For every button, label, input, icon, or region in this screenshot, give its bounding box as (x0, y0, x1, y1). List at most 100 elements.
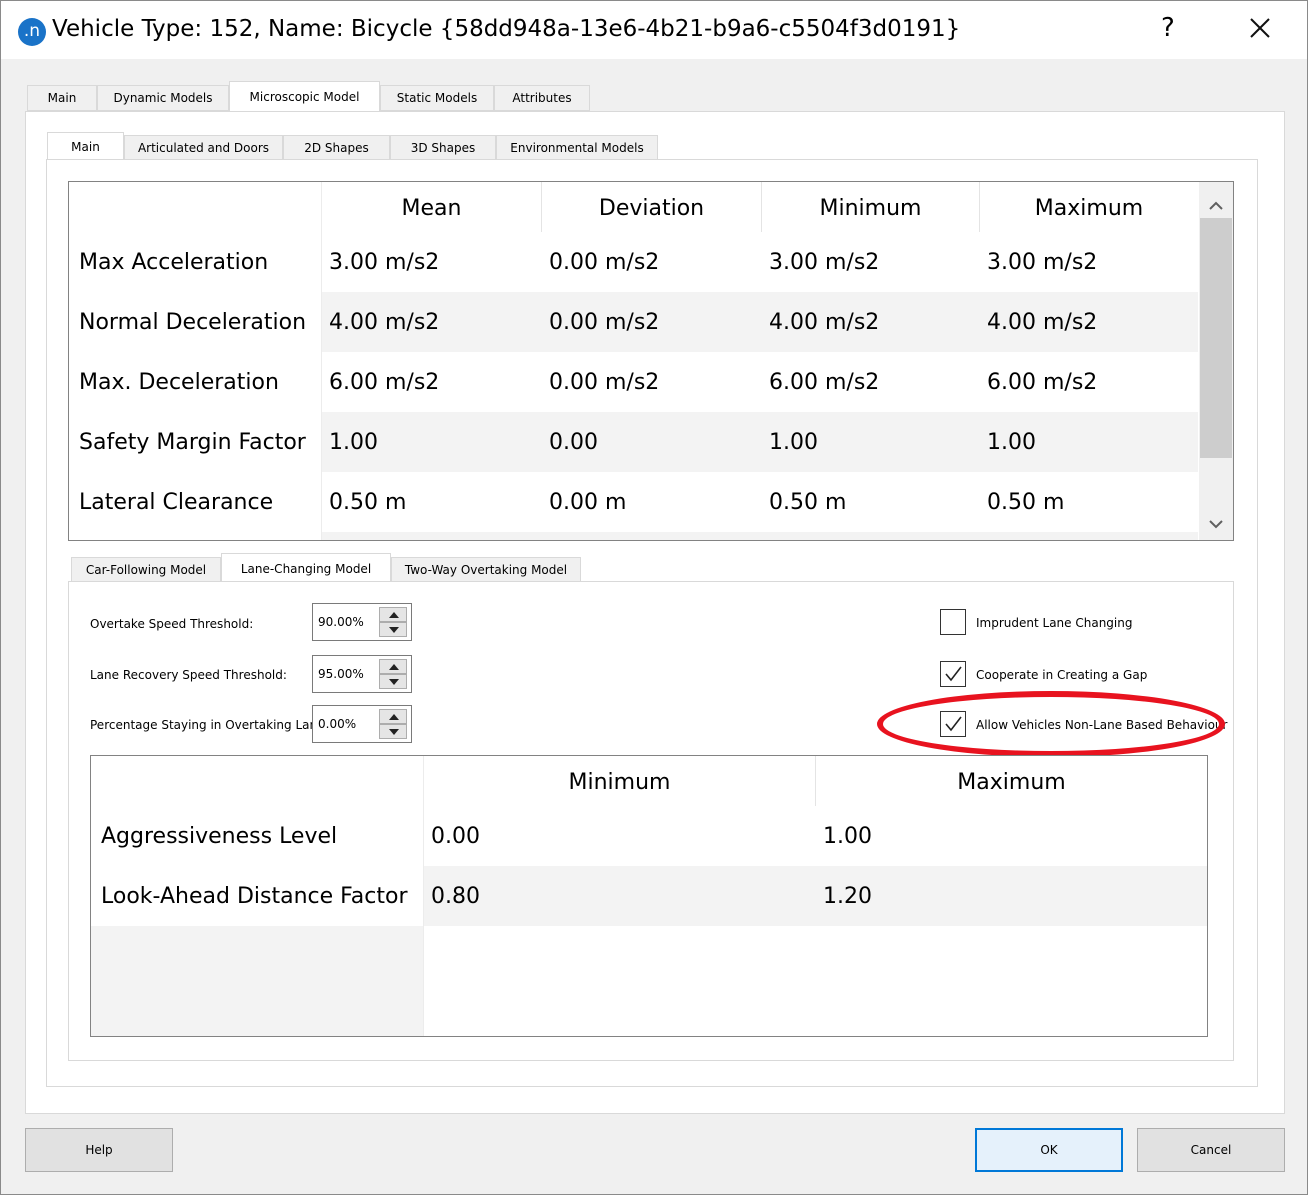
column-header-mean[interactable]: Mean (322, 196, 541, 221)
cell-max-deceleration-maximum[interactable]: 6.00 m/s2 (987, 370, 1097, 395)
spinner-value[interactable]: 0.00% (318, 717, 356, 731)
column-header-minimum[interactable]: Minimum (762, 196, 979, 221)
cell-normal-deceleration-deviation[interactable]: 0.00 m/s2 (549, 310, 659, 335)
cell-lateral-clearance-minimum[interactable]: 0.50 m (769, 490, 846, 515)
row-header-separator (321, 182, 322, 540)
app-icon: .n (18, 18, 46, 46)
column-header-maximum[interactable]: Maximum (980, 196, 1198, 221)
params-grid-scrollbar[interactable] (1199, 182, 1233, 540)
cooperate-creating-gap-checkbox[interactable] (940, 661, 966, 687)
row-label-normal-deceleration: Normal Deceleration (79, 310, 307, 335)
scrollbar-thumb[interactable] (1200, 218, 1232, 458)
percentage-staying-overtaking-lane-label: Percentage Staying in Overtaking Lane: (90, 718, 329, 732)
close-icon[interactable] (1245, 13, 1275, 43)
range-grid: Minimum Maximum Aggressiveness Level 0.0… (90, 755, 1208, 1037)
cell-lateral-clearance-mean[interactable]: 0.50 m (329, 490, 406, 515)
lane-recovery-speed-threshold-spinner[interactable]: 95.00% (312, 655, 412, 693)
percentage-staying-overtaking-lane-spinner[interactable]: 0.00% (312, 705, 412, 743)
checkmark-icon (945, 716, 962, 732)
spin-down-button[interactable] (379, 724, 407, 739)
column-header-minimum[interactable]: Minimum (424, 770, 815, 795)
arrow-down-icon (389, 679, 399, 685)
spin-up-button[interactable] (379, 659, 407, 674)
arrow-up-icon (389, 612, 399, 618)
arrow-up-icon (389, 714, 399, 720)
arrow-up-icon (389, 664, 399, 670)
row-label-look-ahead-distance-factor: Look-Ahead Distance Factor (101, 884, 408, 909)
scroll-up-icon[interactable] (1209, 198, 1223, 216)
cell-max-deceleration-mean[interactable]: 6.00 m/s2 (329, 370, 439, 395)
cell-aggressiveness-maximum[interactable]: 1.00 (823, 824, 872, 849)
help-button[interactable]: Help (25, 1128, 173, 1172)
column-header-maximum[interactable]: Maximum (816, 770, 1207, 795)
scroll-down-icon[interactable] (1209, 516, 1223, 534)
subtab-3d-shapes[interactable]: 3D Shapes (390, 135, 496, 161)
arrow-down-icon (389, 729, 399, 735)
cell-safety-margin-factor-maximum[interactable]: 1.00 (987, 430, 1036, 455)
cell-safety-margin-factor-deviation[interactable]: 0.00 (549, 430, 598, 455)
spin-up-button[interactable] (379, 709, 407, 724)
row-header-fill (91, 926, 424, 1036)
ok-button[interactable]: OK (975, 1128, 1123, 1172)
vehicle-type-dialog: .n Vehicle Type: 152, Name: Bicycle {58d… (0, 0, 1308, 1195)
column-header-deviation[interactable]: Deviation (542, 196, 761, 221)
tab-attributes[interactable]: Attributes (494, 85, 590, 111)
tab-lane-changing-model[interactable]: Lane-Changing Model (221, 553, 391, 583)
arrow-down-icon (389, 627, 399, 633)
cell-normal-deceleration-maximum[interactable]: 4.00 m/s2 (987, 310, 1097, 335)
cancel-button[interactable]: Cancel (1137, 1128, 1285, 1172)
row-stripe (424, 866, 1207, 926)
overtake-speed-threshold-label: Overtake Speed Threshold: (90, 617, 254, 631)
tab-static-models[interactable]: Static Models (380, 85, 494, 111)
subtab-articulated-doors[interactable]: Articulated and Doors (124, 135, 283, 161)
cell-lateral-clearance-maximum[interactable]: 0.50 m (987, 490, 1064, 515)
row-label-max-deceleration: Max. Deceleration (79, 370, 279, 395)
cell-look-ahead-minimum[interactable]: 0.80 (431, 884, 480, 909)
params-grid: Mean Deviation Minimum Maximum Max Accel… (68, 181, 1234, 541)
tab-two-way-overtaking-model[interactable]: Two-Way Overtaking Model (391, 557, 581, 583)
imprudent-lane-changing-checkbox[interactable] (940, 609, 966, 635)
spinner-value[interactable]: 90.00% (318, 615, 364, 629)
row-label-lateral-clearance: Lateral Clearance (79, 490, 274, 515)
cell-max-deceleration-minimum[interactable]: 6.00 m/s2 (769, 370, 879, 395)
cell-aggressiveness-minimum[interactable]: 0.00 (431, 824, 480, 849)
title-bar: .n Vehicle Type: 152, Name: Bicycle {58d… (1, 1, 1307, 59)
window-title: Vehicle Type: 152, Name: Bicycle {58dd94… (52, 16, 961, 42)
cell-max-acceleration-maximum[interactable]: 3.00 m/s2 (987, 250, 1097, 275)
spin-down-button[interactable] (379, 622, 407, 637)
imprudent-lane-changing-label[interactable]: Imprudent Lane Changing (976, 616, 1132, 630)
cell-max-acceleration-mean[interactable]: 3.00 m/s2 (329, 250, 439, 275)
cell-safety-margin-factor-minimum[interactable]: 1.00 (769, 430, 818, 455)
cell-look-ahead-maximum[interactable]: 1.20 (823, 884, 872, 909)
subtab-main[interactable]: Main (47, 132, 124, 161)
allow-non-lane-based-behaviour-label[interactable]: Allow Vehicles Non-Lane Based Behaviour (976, 718, 1227, 732)
spinner-value[interactable]: 95.00% (318, 667, 364, 681)
tab-main[interactable]: Main (27, 85, 97, 111)
cell-max-deceleration-deviation[interactable]: 0.00 m/s2 (549, 370, 659, 395)
cell-lateral-clearance-deviation[interactable]: 0.00 m (549, 490, 626, 515)
overtake-speed-threshold-spinner[interactable]: 90.00% (312, 603, 412, 641)
help-icon[interactable]: ? (1161, 13, 1175, 43)
cell-max-acceleration-deviation[interactable]: 0.00 m/s2 (549, 250, 659, 275)
row-header-separator (423, 756, 424, 1036)
row-label-aggressiveness-level: Aggressiveness Level (101, 824, 338, 849)
cell-normal-deceleration-mean[interactable]: 4.00 m/s2 (329, 310, 439, 335)
row-stripe (322, 532, 1198, 540)
cell-max-acceleration-minimum[interactable]: 3.00 m/s2 (769, 250, 879, 275)
row-stripe (322, 412, 1198, 472)
row-label-safety-margin-factor: Safety Margin Factor (79, 430, 306, 455)
row-label-max-acceleration: Max Acceleration (79, 250, 269, 275)
subtab-environmental-models[interactable]: Environmental Models (496, 135, 658, 161)
tab-dynamic-models[interactable]: Dynamic Models (97, 85, 229, 111)
spin-up-button[interactable] (379, 607, 407, 622)
lane-recovery-speed-threshold-label: Lane Recovery Speed Threshold: (90, 668, 287, 682)
allow-non-lane-based-behaviour-checkbox[interactable] (940, 711, 966, 737)
checkmark-icon (945, 666, 962, 682)
cell-normal-deceleration-minimum[interactable]: 4.00 m/s2 (769, 310, 879, 335)
spin-down-button[interactable] (379, 674, 407, 689)
tab-car-following-model[interactable]: Car-Following Model (71, 557, 221, 583)
cell-safety-margin-factor-mean[interactable]: 1.00 (329, 430, 378, 455)
cooperate-creating-gap-label[interactable]: Cooperate in Creating a Gap (976, 668, 1147, 682)
tab-microscopic-model[interactable]: Microscopic Model (229, 81, 380, 112)
subtab-2d-shapes[interactable]: 2D Shapes (283, 135, 390, 161)
